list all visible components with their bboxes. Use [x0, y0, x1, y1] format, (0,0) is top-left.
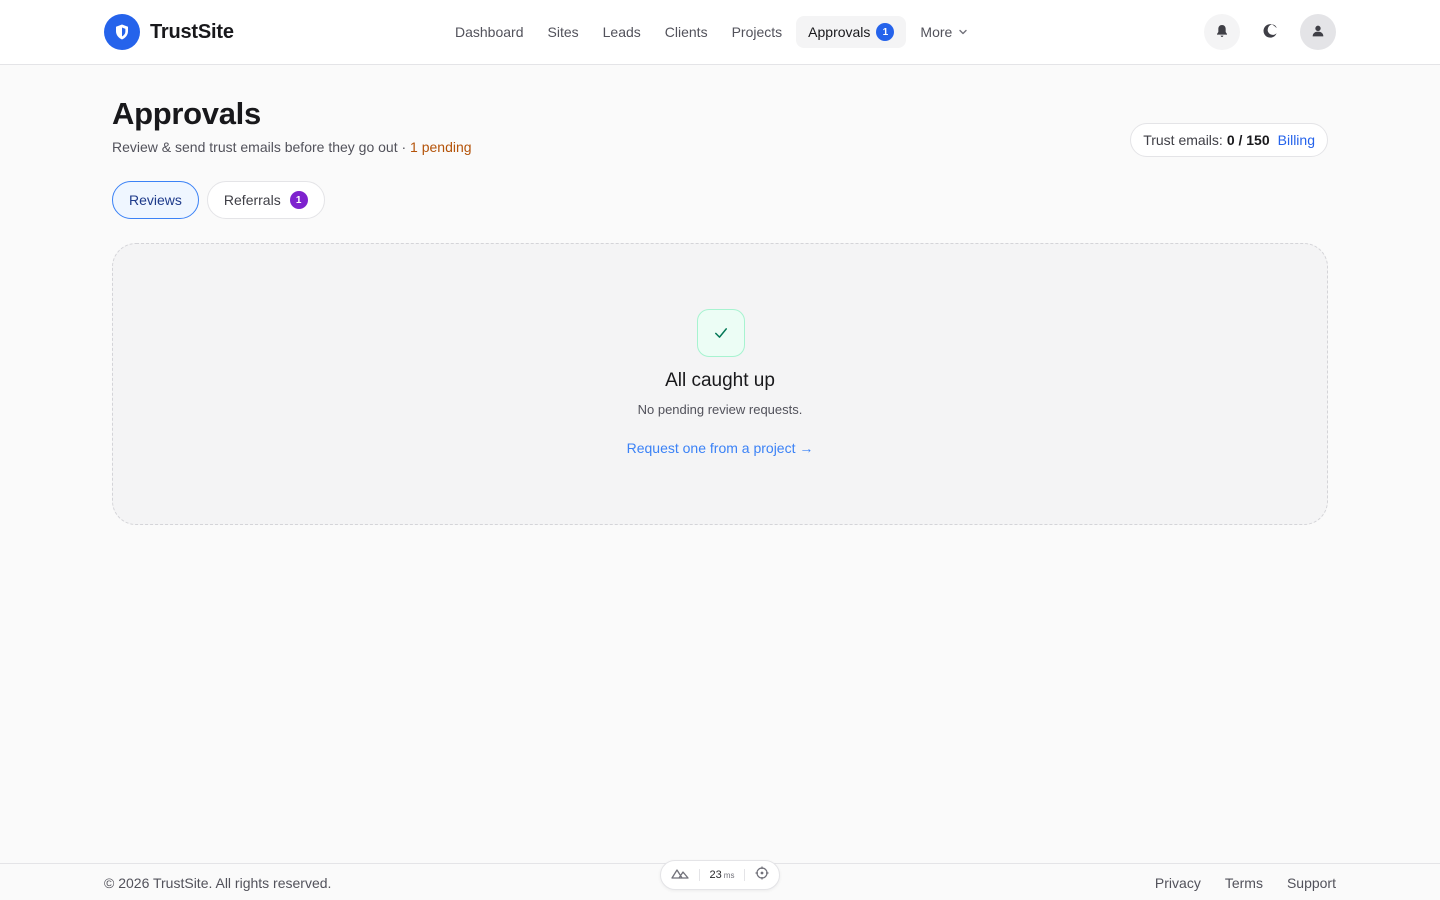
copyright: © 2026 TrustSite. All rights reserved. [104, 875, 332, 891]
nav-leads-label: Leads [602, 24, 641, 40]
nuxt-logo-icon[interactable] [671, 866, 689, 884]
nav-projects-label: Projects [731, 24, 783, 40]
nav-approvals-label: Approvals [808, 24, 871, 40]
approvals-count-badge: 1 [876, 23, 895, 41]
nav-projects[interactable]: Projects [720, 16, 795, 48]
nav-clients[interactable]: Clients [653, 16, 720, 48]
devbar-divider [744, 869, 746, 881]
nav-sites-label: Sites [547, 24, 579, 40]
nav-leads[interactable]: Leads [591, 16, 653, 48]
brand[interactable]: TrustSite [104, 14, 234, 50]
tab-referrals[interactable]: Referrals 1 [206, 181, 325, 219]
user-icon [1310, 23, 1326, 42]
quota-count: 0 / 150 [1226, 132, 1270, 148]
bell-icon [1214, 23, 1230, 42]
trust-email-quota: Trust emails: 0 / 150 Billing [1130, 123, 1328, 157]
request-review-link-wrap: Request one from a project → [113, 440, 1327, 456]
render-time-value: 23 [709, 869, 722, 881]
user-menu-button[interactable] [1300, 14, 1336, 50]
devbar-divider [698, 869, 700, 881]
page-subtitle-text: Review & send trust emails before they g… [112, 139, 398, 155]
nav-clients-label: Clients [664, 24, 708, 40]
tab-referrals-label: Referrals [223, 192, 281, 208]
footer-link-support[interactable]: Support [1287, 875, 1336, 891]
nav-more[interactable]: More [908, 16, 980, 48]
request-review-link[interactable]: Request one from a project → [627, 440, 814, 456]
empty-state-description: No pending review requests. [637, 402, 803, 417]
main-nav: Dashboard Sites Leads Clients Projects A… [443, 16, 980, 48]
moon-icon [1261, 22, 1279, 43]
nav-dashboard[interactable]: Dashboard [443, 16, 536, 48]
subtitle-separator: · [397, 139, 411, 155]
approval-tabs: Reviews Referrals 1 [112, 181, 333, 219]
footer-link-terms[interactable]: Terms [1225, 875, 1263, 891]
empty-state: All caught up No pending review requests… [112, 243, 1328, 525]
render-time: 23 ms [710, 869, 735, 881]
brand-name: TrustSite [150, 20, 234, 43]
footer-link-privacy[interactable]: Privacy [1155, 875, 1201, 891]
notifications-button[interactable] [1204, 14, 1240, 50]
nav-dashboard-label: Dashboard [455, 24, 524, 40]
check-icon [697, 309, 745, 357]
footer-links: Privacy Terms Support [1131, 875, 1336, 891]
tab-reviews-label: Reviews [129, 192, 182, 208]
theme-toggle-button[interactable] [1252, 14, 1288, 50]
shield-icon [104, 14, 140, 50]
pending-count: 1 pending [410, 139, 472, 155]
page-title: Approvals [112, 96, 261, 131]
tab-reviews[interactable]: Reviews [112, 181, 199, 219]
render-time-unit: ms [723, 871, 735, 880]
nav-more-label: More [920, 24, 953, 40]
referrals-count-badge: 1 [289, 191, 308, 209]
empty-state-title: All caught up [665, 370, 775, 391]
page-subtitle: Review & send trust emails before they g… [112, 139, 472, 155]
top-header: TrustSite Dashboard Sites Leads Clients … [0, 0, 1440, 65]
nav-approvals[interactable]: Approvals 1 [796, 16, 907, 48]
quota-label: Trust emails: [1143, 132, 1223, 148]
header-actions [1192, 14, 1336, 50]
billing-link[interactable]: Billing [1278, 132, 1315, 148]
chevron-down-icon [958, 27, 968, 37]
crosshair-icon[interactable] [755, 866, 769, 885]
nav-sites[interactable]: Sites [536, 16, 591, 48]
devtools-bar[interactable]: 23 ms [660, 860, 780, 890]
